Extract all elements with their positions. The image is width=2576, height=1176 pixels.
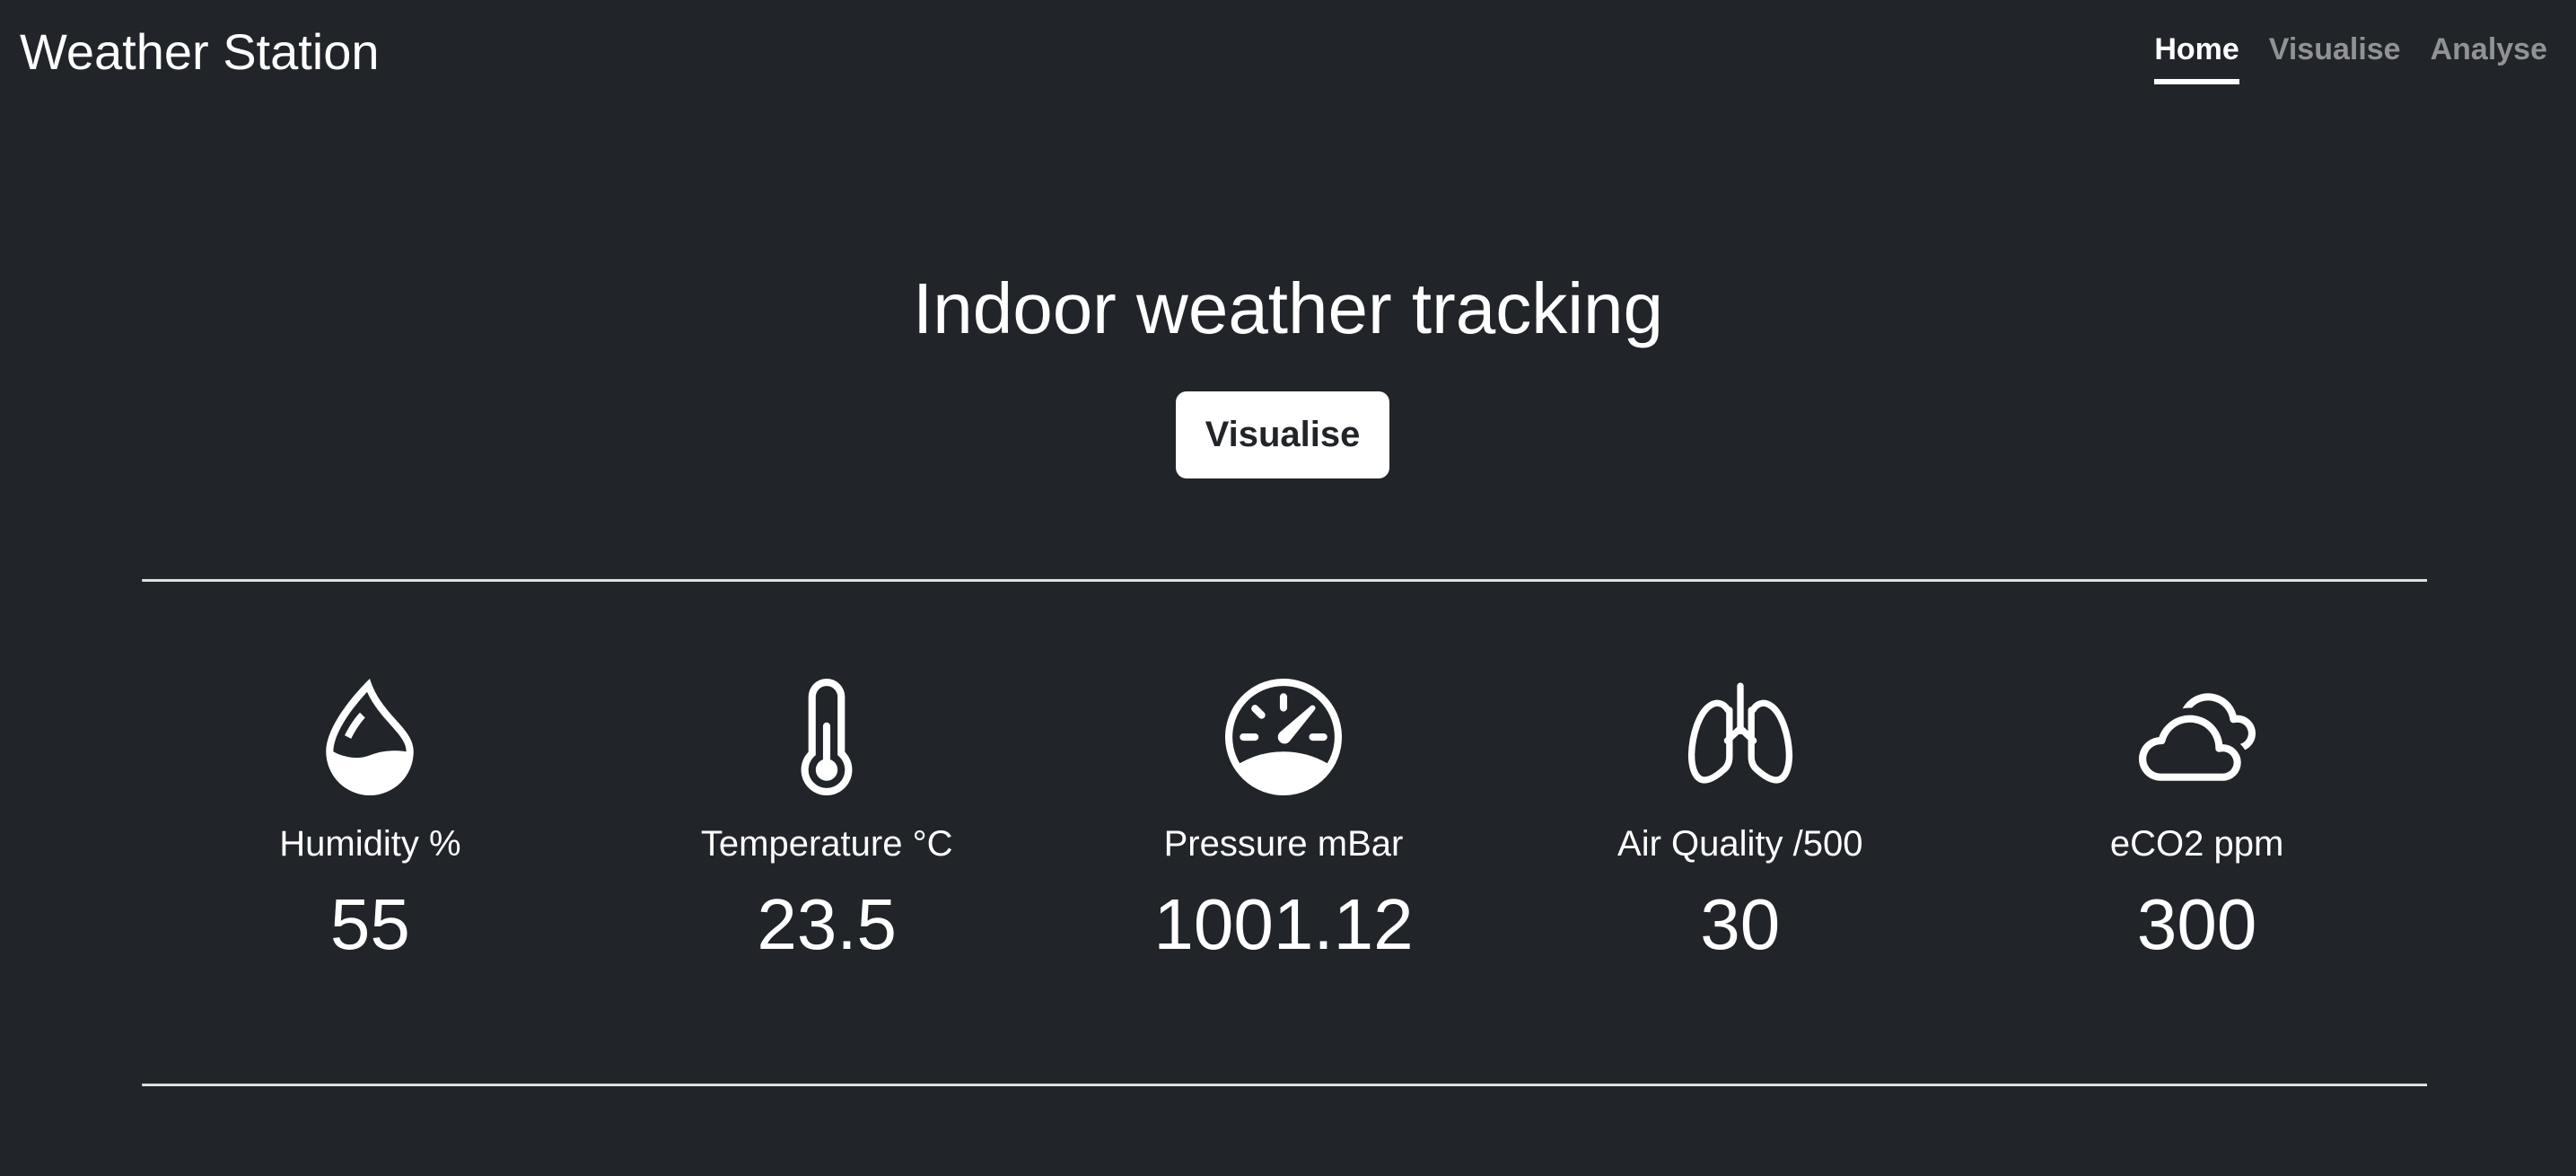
stat-value-eco2: 300 bbox=[2136, 884, 2257, 964]
stats-row: Humidity % 55 Temperature °C 23.5 Pressu… bbox=[142, 679, 2425, 966]
thermometer-icon bbox=[768, 679, 885, 795]
clouds-icon bbox=[2138, 679, 2256, 795]
stat-humidity: Humidity % 55 bbox=[142, 679, 599, 966]
visualise-button[interactable]: Visualise bbox=[1176, 391, 1389, 478]
divider-top bbox=[142, 579, 2427, 582]
stat-value-air-quality: 30 bbox=[1700, 884, 1781, 964]
stat-value-temperature: 23.5 bbox=[757, 884, 898, 964]
stat-label-temperature: Temperature °C bbox=[700, 824, 953, 864]
hero-title: Indoor weather tracking bbox=[912, 268, 1663, 348]
stat-temperature: Temperature °C 23.5 bbox=[599, 679, 1056, 966]
stat-label-air-quality: Air Quality /500 bbox=[1617, 824, 1863, 864]
stat-label-eco2: eCO2 ppm bbox=[2109, 824, 2284, 864]
stat-air-quality: Air Quality /500 30 bbox=[1511, 679, 1968, 966]
stat-value-pressure: 1001.12 bbox=[1153, 884, 1414, 964]
nav-link-visualise[interactable]: Visualise bbox=[2269, 29, 2401, 84]
speedometer-icon bbox=[1224, 679, 1342, 795]
brand-title[interactable]: Weather Station bbox=[20, 20, 380, 84]
nav-menu: Home Visualise Analyse bbox=[2154, 29, 2547, 84]
divider-bottom bbox=[142, 1084, 2427, 1086]
stat-eco2: eCO2 ppm 300 bbox=[1968, 679, 2425, 966]
lungs-icon bbox=[1682, 679, 1799, 795]
stat-label-humidity: Humidity % bbox=[279, 824, 461, 864]
nav-link-home[interactable]: Home bbox=[2154, 29, 2239, 84]
droplet-half-icon bbox=[311, 679, 428, 795]
nav-link-analyse[interactable]: Analyse bbox=[2431, 29, 2547, 84]
stat-value-humidity: 55 bbox=[329, 884, 410, 964]
stat-label-pressure: Pressure mBar bbox=[1163, 824, 1404, 864]
stat-pressure: Pressure mBar 1001.12 bbox=[1056, 679, 1512, 966]
